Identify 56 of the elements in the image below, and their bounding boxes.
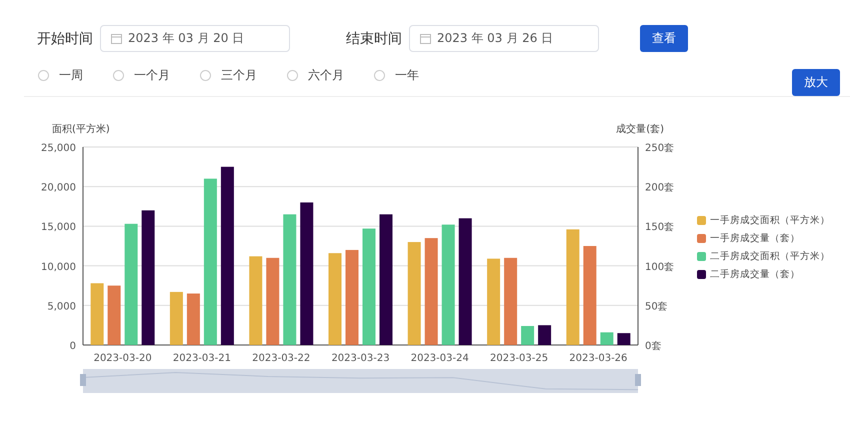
category-label: 2023-03-21 — [172, 353, 231, 364]
bar — [617, 333, 630, 345]
radio-label[interactable]: 三个月 — [221, 67, 257, 84]
category-label: 2023-03-26 — [569, 353, 628, 364]
bar — [108, 286, 121, 345]
bar — [170, 292, 183, 345]
radio-button[interactable] — [38, 70, 49, 81]
zoom-button[interactable]: 放大 — [792, 69, 840, 96]
axis-title: 面积(平方米) — [52, 124, 110, 135]
tick-label: 5,000 — [47, 301, 76, 312]
legend-label[interactable]: 二手房成交量（套） — [710, 268, 800, 281]
bar — [538, 325, 552, 345]
radio-label[interactable]: 一年 — [395, 67, 419, 84]
calendar-icon — [111, 33, 122, 44]
radio-button[interactable] — [287, 70, 298, 81]
tick-label: 15,000 — [41, 222, 76, 234]
tick-label: 100套 — [645, 262, 674, 273]
calendar-icon — [420, 33, 431, 44]
tick-label: 250套 — [645, 143, 674, 154]
legend-label[interactable]: 一手房成交面积（平方米） — [710, 214, 830, 227]
field-label: 开始时间 — [37, 30, 94, 48]
radio-button[interactable] — [113, 70, 124, 81]
legend-swatch — [697, 252, 706, 261]
axis-title: 成交量(套) — [616, 124, 664, 135]
tick-label: 0 — [70, 341, 76, 352]
legend-swatch — [697, 270, 706, 279]
field-label: 结束时间 — [346, 30, 403, 48]
category-label: 2023-03-23 — [331, 353, 390, 364]
category-label: 2023-03-24 — [410, 353, 469, 364]
bar — [600, 332, 614, 345]
legend-swatch — [697, 234, 706, 243]
radio-label[interactable]: 六个月 — [308, 67, 344, 84]
zoom-slider[interactable] — [80, 369, 641, 393]
tick-label: 50套 — [645, 301, 668, 312]
bar — [521, 326, 534, 345]
radio-label[interactable]: 一个月 — [134, 67, 170, 84]
date-field[interactable]: 2023 年 03 月 26 日 — [409, 25, 599, 52]
bar — [186, 294, 200, 345]
bar — [90, 283, 104, 345]
legend-label[interactable]: 二手房成交面积（平方米） — [710, 250, 830, 263]
radio-button[interactable] — [200, 70, 211, 81]
legend-label[interactable]: 一手房成交量（套） — [710, 232, 800, 245]
tick-label: 20,000 — [41, 182, 76, 194]
date-field[interactable]: 2023 年 03 月 20 日 — [100, 25, 290, 52]
tick-label: 150套 — [645, 222, 674, 234]
tick-label: 0套 — [645, 341, 662, 352]
legend-swatch — [697, 216, 706, 225]
category-label: 2023-03-25 — [490, 353, 548, 364]
tick-label: 25,000 — [41, 143, 76, 154]
radio-button[interactable] — [374, 70, 385, 81]
tick-label: 10,000 — [41, 262, 76, 273]
query-button[interactable]: 查看 — [640, 25, 688, 52]
category-label: 2023-03-20 — [94, 353, 152, 364]
radio-label[interactable]: 一周 — [59, 67, 83, 84]
tick-label: 200套 — [645, 182, 674, 194]
category-label: 2023-03-22 — [252, 353, 310, 364]
